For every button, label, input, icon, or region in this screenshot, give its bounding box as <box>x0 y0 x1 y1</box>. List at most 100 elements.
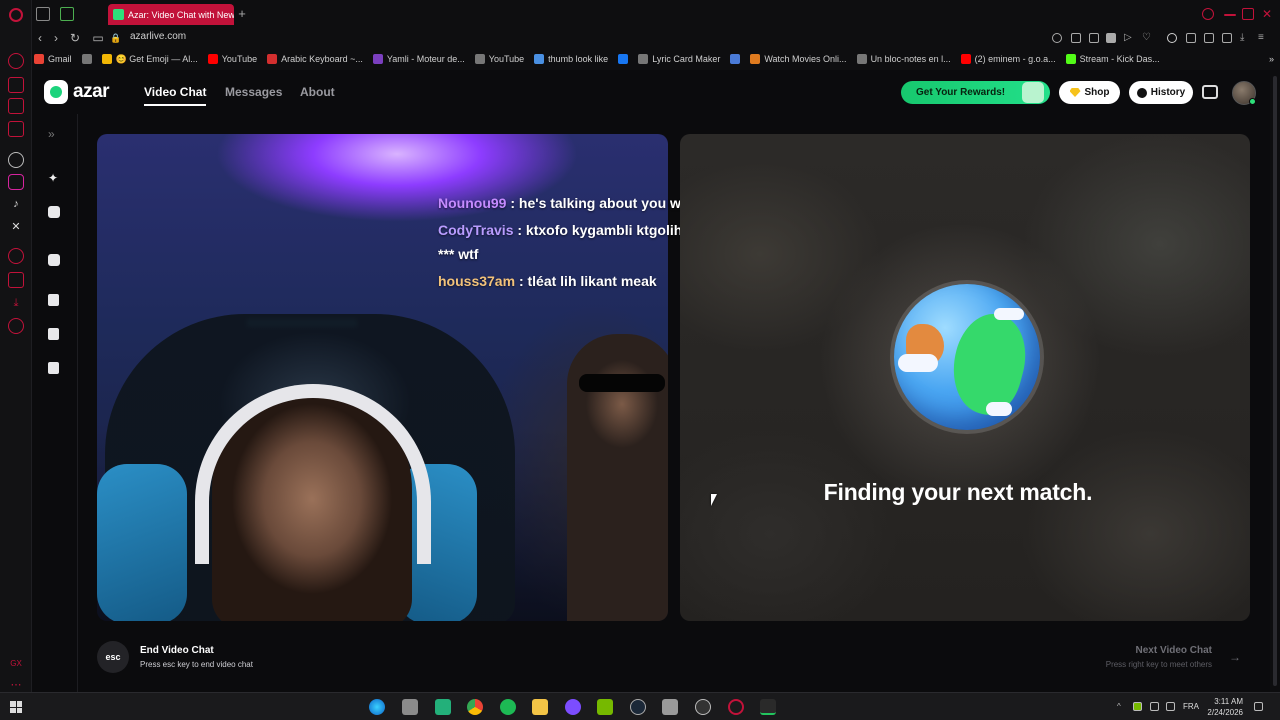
volume-icon[interactable] <box>1166 702 1175 711</box>
bookmark-item[interactable]: Stream - Kick Das... <box>1065 54 1160 64</box>
shop-button[interactable]: Shop <box>1059 81 1120 104</box>
clock[interactable]: 3:11 AM 2/24/2026 <box>1205 696 1243 718</box>
bookmark-item[interactable]: Gmail <box>34 54 72 64</box>
face-filter-icon[interactable] <box>48 206 60 218</box>
language-indicator[interactable]: FRA <box>1183 702 1199 711</box>
nav-video-chat[interactable]: Video Chat <box>144 85 206 99</box>
back-button[interactable]: ‹ <box>32 30 48 46</box>
layout-side-by-side-icon[interactable] <box>48 294 59 306</box>
esc-key-button[interactable]: esc <box>97 641 129 673</box>
x-icon[interactable]: ✕ <box>8 218 24 234</box>
discord-icon[interactable] <box>565 699 581 715</box>
bookmark-item[interactable]: Watch Movies Onli... <box>750 54 847 64</box>
instagram-icon[interactable] <box>8 174 24 190</box>
more-icon[interactable]: ⋯ <box>8 676 24 692</box>
windows-start-button[interactable] <box>10 701 22 713</box>
app-icon[interactable] <box>662 699 678 715</box>
bookmark-item[interactable]: 😊 Get Emoji — Al... <box>101 54 198 65</box>
zoom-icon[interactable] <box>1052 33 1062 43</box>
bookmark-item[interactable]: Lyric Card Maker <box>638 54 720 64</box>
tray-discord-icon[interactable] <box>1150 702 1159 711</box>
tray-expand-icon[interactable]: ^ <box>1117 702 1126 711</box>
file-explorer-icon[interactable] <box>532 699 548 715</box>
next-video-chat-title[interactable]: Next Video Chat <box>1136 645 1213 656</box>
nav-messages[interactable]: Messages <box>225 85 282 99</box>
edge-icon[interactable] <box>369 699 385 715</box>
next-arrow-icon[interactable]: → <box>1224 646 1246 668</box>
get-rewards-button[interactable]: Get Your Rewards! <box>901 81 1050 104</box>
shield-icon[interactable] <box>1106 33 1116 43</box>
player-icon[interactable] <box>8 121 24 137</box>
bookmark-item[interactable]: Yamli - Moteur de... <box>372 54 465 64</box>
cube-icon[interactable] <box>1222 33 1232 43</box>
expand-rail-icon[interactable]: » <box>48 128 60 140</box>
nvidia-icon[interactable] <box>597 699 613 715</box>
battery-icon[interactable] <box>1186 33 1196 43</box>
nav-about[interactable]: About <box>300 85 335 99</box>
heart-icon[interactable]: ♡ <box>1142 33 1152 43</box>
extensions-icon[interactable] <box>8 272 24 288</box>
bookmark-item[interactable] <box>730 54 741 64</box>
chatgpt-icon[interactable] <box>8 152 24 168</box>
tab-azar[interactable]: Azar: Video Chat with New <box>108 4 234 25</box>
gx-icon[interactable]: GX <box>8 655 24 671</box>
history-button[interactable]: History <box>1129 81 1193 104</box>
forward-button[interactable]: › <box>48 30 64 46</box>
steam-icon[interactable] <box>630 699 646 715</box>
scrollbar-thumb[interactable] <box>1273 76 1277 686</box>
spotify-icon[interactable] <box>500 699 516 715</box>
bookmark-item[interactable]: Un bloc-notes en l... <box>856 54 951 64</box>
aria-icon[interactable] <box>8 53 24 69</box>
bookmark-item[interactable]: thumb look like <box>534 54 608 64</box>
bookmark-item[interactable] <box>81 54 92 64</box>
bookmark-item[interactable] <box>618 54 629 64</box>
downloads-icon[interactable]: ⤓ <box>8 295 24 311</box>
minimize-button[interactable] <box>1224 14 1236 16</box>
download-icon[interactable]: ⤓ <box>1240 33 1250 43</box>
pin-icon[interactable] <box>1071 33 1081 43</box>
layout-grid-icon[interactable] <box>48 362 59 374</box>
inbox-icon[interactable] <box>1202 85 1218 99</box>
snapshot-icon[interactable]: ▭ <box>90 30 106 46</box>
tab-workspaces-icon[interactable] <box>36 7 50 21</box>
new-tab-button[interactable]: + <box>235 7 249 21</box>
history-icon[interactable] <box>8 248 24 264</box>
opera-logo-icon[interactable] <box>9 8 23 22</box>
url-field[interactable]: azarlive.com <box>130 31 186 42</box>
bookmark-label: YouTube <box>221 54 258 64</box>
tiktok-icon[interactable]: ♪ <box>8 196 24 212</box>
bookmark-item[interactable]: Arabic Keyboard ~... <box>267 54 363 64</box>
wallet-icon[interactable] <box>8 77 24 93</box>
maximize-button[interactable] <box>1242 8 1254 20</box>
reload-button[interactable]: ↻ <box>67 30 83 46</box>
extensions-puzzle-icon[interactable] <box>1204 33 1214 43</box>
notifications-icon[interactable] <box>1254 702 1263 711</box>
pinned-tab-icon[interactable] <box>60 7 74 21</box>
page-scrollbar[interactable] <box>1270 70 1280 692</box>
menu-icon[interactable]: ≡ <box>1258 33 1268 43</box>
search-tabs-icon[interactable] <box>1202 8 1214 20</box>
chrome-icon[interactable] <box>467 699 483 715</box>
bookmark-item[interactable]: (2) eminem - g.o.a... <box>960 54 1056 64</box>
close-window-button[interactable]: ✕ <box>1262 8 1274 20</box>
twitch-icon[interactable] <box>8 98 24 114</box>
tray-nvidia-icon[interactable] <box>1133 702 1142 711</box>
avatar[interactable] <box>1232 81 1256 105</box>
magic-wand-icon[interactable]: ✦ <box>48 172 60 184</box>
play-icon[interactable]: ▷ <box>1124 33 1134 43</box>
opera-gx-icon[interactable] <box>728 699 744 715</box>
screenshot-icon[interactable] <box>1089 33 1099 43</box>
task-manager-icon[interactable] <box>760 699 776 715</box>
azar-logo[interactable]: azar <box>44 80 110 104</box>
obs-icon[interactable] <box>695 699 711 715</box>
bookmark-item[interactable]: YouTube <box>474 54 524 64</box>
bookmark-item[interactable]: YouTube <box>207 54 258 64</box>
bookmarks-overflow-icon[interactable]: » <box>1269 54 1274 64</box>
whatsapp-icon[interactable] <box>435 699 451 715</box>
end-video-chat-title[interactable]: End Video Chat <box>140 645 214 656</box>
sticker-icon[interactable] <box>48 254 60 266</box>
settings-icon[interactable] <box>8 318 24 334</box>
layout-stacked-icon[interactable] <box>48 328 59 340</box>
paint-icon[interactable] <box>402 699 418 715</box>
vpn-icon[interactable] <box>1167 33 1177 43</box>
